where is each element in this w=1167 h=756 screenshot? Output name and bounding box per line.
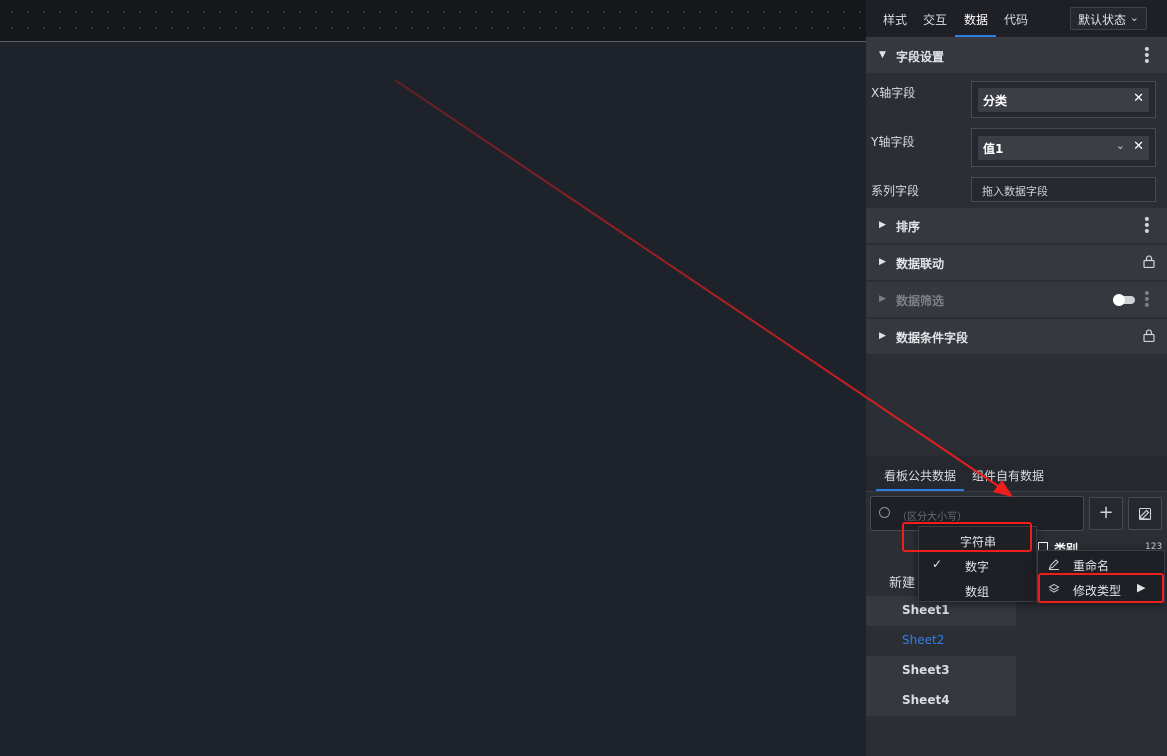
active-tab-indicator (876, 489, 964, 491)
section-title: 数据条件字段 (896, 331, 969, 345)
new-sheet-button[interactable]: 新建 (889, 572, 915, 591)
canvas-ruler-strip (0, 0, 866, 41)
more-icon[interactable]: • • • (1143, 213, 1151, 239)
check-icon: ✓ (932, 557, 943, 571)
lock-icon (1143, 329, 1155, 342)
sheet-item-active[interactable]: Sheet2 (866, 626, 1016, 656)
y-field-value: 值1 (983, 142, 1004, 156)
lock-icon (1143, 255, 1155, 268)
dashboard-canvas[interactable] (0, 42, 866, 756)
plus-icon: + (1098, 502, 1114, 523)
section-title: 字段设置 (896, 50, 945, 64)
chevron-down-icon: ⌄ (1129, 11, 1139, 24)
series-placeholder: 拖入数据字段 (982, 185, 1048, 198)
filter-toggle[interactable] (1113, 294, 1135, 306)
section-linkage[interactable]: ▶ 数据联动 (866, 245, 1167, 281)
add-button[interactable]: + (1089, 497, 1123, 530)
section-filter[interactable]: ▶ 数据筛选 • • • (866, 282, 1167, 318)
series-field-label: 系列字段 (871, 184, 920, 198)
section-sort[interactable]: ▶ 排序 • • • (866, 208, 1167, 244)
more-icon[interactable]: • • • (1143, 43, 1151, 69)
tab-code[interactable]: 代码 (1004, 11, 1028, 28)
tab-board-public-data[interactable]: 看板公共数据 (884, 467, 956, 484)
x-field-chip[interactable]: 分类 ✕ (978, 88, 1149, 112)
state-select[interactable]: 默认状态 ⌄ (1070, 7, 1147, 30)
property-panel: 样式 交互 数据 代码 默认状态 ⌄ ▼ 字段设置 • • • X轴字段 分类 ✕ … (866, 0, 1167, 756)
series-field-dropzone[interactable]: 拖入数据字段 (971, 177, 1156, 202)
sheet-item[interactable]: Sheet4 (866, 686, 1016, 716)
section-condition[interactable]: ▶ 数据条件字段 (866, 319, 1167, 355)
menu-item-label: 重命名 (1073, 559, 1110, 573)
section-title: 数据联动 (896, 257, 945, 271)
caret-right-icon: ▶ (879, 220, 886, 230)
y-field-label: Y轴字段 (871, 135, 915, 149)
pencil-icon (1048, 559, 1059, 570)
caret-right-icon: ▶ (879, 294, 886, 304)
x-field-label: X轴字段 (871, 86, 916, 100)
sheet-item[interactable]: Sheet3 (866, 656, 1016, 686)
annotation-box-change-type (1038, 573, 1164, 603)
tab-data[interactable]: 数据 (964, 11, 988, 28)
x-field-value: 分类 (983, 94, 1008, 108)
caret-right-icon: ▶ (879, 257, 886, 267)
annotation-box-string (902, 522, 1032, 552)
x-field-dropzone[interactable]: 分类 ✕ (971, 81, 1156, 118)
edit-button[interactable] (1128, 497, 1162, 530)
tab-component-own-data[interactable]: 组件自有数据 (972, 467, 1044, 484)
more-icon[interactable]: • • • (1143, 287, 1151, 313)
menu-item-number[interactable]: ✓ 数字 (919, 553, 1036, 578)
search-icon (879, 507, 890, 518)
tab-style[interactable]: 样式 (883, 11, 907, 28)
close-icon[interactable]: ✕ (1133, 91, 1144, 106)
section-title: 数据筛选 (896, 294, 945, 308)
menu-item-label: 数组 (965, 585, 990, 599)
caret-down-icon: ▼ (879, 50, 886, 60)
y-field-dropzone[interactable]: 值1 ⌄ ✕ (971, 128, 1156, 167)
y-field-chip[interactable]: 值1 ⌄ ✕ (978, 136, 1149, 160)
edit-icon (1138, 507, 1152, 521)
section-field-settings[interactable]: ▼ 字段设置 • • • (866, 38, 1167, 74)
close-icon[interactable]: ✕ (1133, 139, 1144, 154)
menu-item-label: 数字 (965, 560, 990, 574)
caret-right-icon: ▶ (879, 331, 886, 341)
active-tab-indicator (955, 35, 996, 37)
data-source-tabs: 看板公共数据 组件自有数据 (866, 456, 1167, 492)
state-select-value: 默认状态 (1078, 13, 1127, 27)
menu-item-array[interactable]: 数组 (919, 578, 1036, 603)
search-placeholder: （区分大小写） (897, 512, 967, 523)
chevron-down-icon[interactable]: ⌄ (1116, 139, 1125, 152)
section-title: 排序 (896, 220, 921, 234)
panel-tabs: 样式 交互 数据 代码 默认状态 ⌄ (866, 0, 1167, 38)
tab-interaction[interactable]: 交互 (923, 11, 947, 28)
